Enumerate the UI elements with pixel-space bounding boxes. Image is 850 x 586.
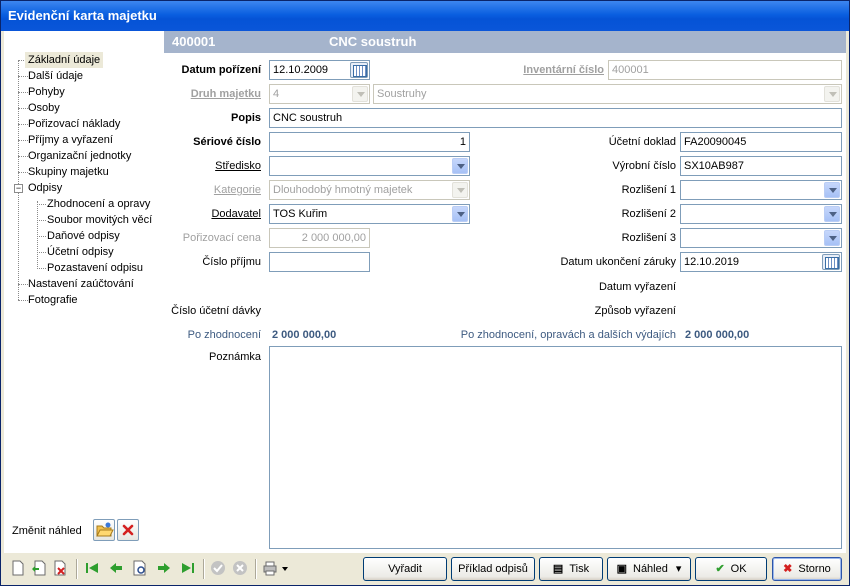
dodavatel-label[interactable]: Dodavatel bbox=[164, 205, 261, 223]
asset-name: CNC soustruh bbox=[329, 34, 417, 49]
kategorie-label[interactable]: Kategorie bbox=[164, 181, 261, 199]
tree-collapse-icon[interactable]: − bbox=[14, 184, 23, 193]
po-zhodnoceni-oprav-value: 2 000 000,00 bbox=[685, 329, 750, 341]
dodavatel-combo[interactable]: TOS Kuřim bbox=[269, 204, 470, 224]
chevron-down-icon[interactable] bbox=[452, 182, 468, 198]
copy-record-icon[interactable] bbox=[31, 560, 47, 576]
chevron-down-icon[interactable] bbox=[452, 158, 468, 174]
poznamka-textarea[interactable] bbox=[269, 346, 842, 549]
asset-card-window: Evidenční karta majetku Základní údaje D… bbox=[0, 0, 850, 586]
datum-ukonceni-zaruky-label: Datum ukončení záruky bbox=[560, 256, 676, 268]
chevron-down-icon[interactable] bbox=[824, 230, 840, 246]
rozliseni2-label: Rozlišení 2 bbox=[621, 208, 676, 220]
seriove-cislo-label: Sériové číslo bbox=[193, 136, 261, 148]
tisk-button[interactable]: ▤ Tisk bbox=[539, 557, 603, 581]
popis-label: Popis bbox=[231, 112, 261, 124]
last-record-icon[interactable] bbox=[180, 560, 196, 576]
toolbar-separator bbox=[255, 559, 257, 579]
window-title: Evidenční karta majetku bbox=[1, 1, 849, 31]
printer-icon: ▤ bbox=[552, 563, 564, 575]
close-icon: ✖ bbox=[783, 563, 793, 575]
folder-open-icon bbox=[96, 522, 114, 537]
porizovaci-cena-field[interactable]: 2 000 000,00 bbox=[269, 228, 370, 248]
asset-number: 400001 bbox=[172, 34, 216, 49]
ucetni-doklad-field[interactable]: FA20090045 bbox=[680, 132, 842, 152]
priklad-odpisu-button[interactable]: Příklad odpisů bbox=[451, 557, 535, 581]
chevron-down-icon[interactable] bbox=[824, 86, 840, 102]
storno-button[interactable]: ✖ Storno bbox=[772, 557, 842, 581]
first-record-icon[interactable] bbox=[84, 560, 100, 576]
previous-record-icon[interactable] bbox=[108, 560, 124, 576]
preview-icon: ▣ bbox=[616, 563, 627, 575]
calendar-icon[interactable] bbox=[822, 254, 840, 270]
stredisko-combo[interactable] bbox=[269, 156, 470, 176]
delete-icon bbox=[122, 524, 134, 536]
nahled-button[interactable]: ▣ Náhled ▾ bbox=[607, 557, 691, 581]
find-record-icon[interactable] bbox=[132, 560, 148, 576]
datum-porizeni-label: Datum pořízení bbox=[181, 64, 261, 76]
rozliseni2-combo[interactable] bbox=[680, 204, 842, 224]
po-zhodnoceni-label: Po zhodnocení bbox=[187, 329, 261, 341]
asset-form: 400001 CNC soustruh Datum pořízení 12.10… bbox=[164, 31, 846, 553]
porizovaci-cena-label: Pořizovací cena bbox=[182, 232, 261, 244]
tree-line bbox=[18, 60, 19, 300]
bottom-toolbar: Vyřadit Příklad odpisů ▤ Tisk ▣ Náhled ▾ ✔ O… bbox=[4, 553, 846, 585]
druh-majetku-name-combo[interactable]: Soustruhy bbox=[373, 84, 842, 104]
chevron-down-icon[interactable] bbox=[824, 206, 840, 222]
cislo-prijmu-label: Číslo příjmu bbox=[202, 256, 261, 268]
seriove-cislo-field[interactable]: 1 bbox=[269, 132, 470, 152]
chevron-down-icon[interactable] bbox=[824, 182, 840, 198]
stredisko-label[interactable]: Středisko bbox=[164, 157, 261, 175]
popis-field[interactable]: CNC soustruh bbox=[269, 108, 842, 128]
chevron-down-icon[interactable] bbox=[352, 86, 368, 102]
inventarni-cislo-label[interactable]: Inventární číslo bbox=[464, 61, 604, 79]
kategorie-combo[interactable]: Dlouhodobý hmotný majetek bbox=[269, 180, 470, 200]
ok-button[interactable]: ✔ OK bbox=[695, 557, 767, 581]
change-view-open-button[interactable] bbox=[93, 519, 115, 541]
po-zhodnoceni-value: 2 000 000,00 bbox=[272, 329, 337, 341]
vyrobni-cislo-field[interactable]: SX10AB987 bbox=[680, 156, 842, 176]
inventarni-cislo-field[interactable]: 400001 bbox=[608, 60, 842, 80]
new-record-icon[interactable] bbox=[10, 560, 26, 576]
cislo-prijmu-field[interactable] bbox=[269, 252, 370, 272]
rozliseni3-combo[interactable] bbox=[680, 228, 842, 248]
vyradit-button[interactable]: Vyřadit bbox=[363, 557, 447, 581]
rozliseni3-label: Rozlišení 3 bbox=[621, 232, 676, 244]
po-zhodnoceni-oprav-label: Po zhodnocení, opravách a dalších výdají… bbox=[460, 329, 676, 341]
datum-porizeni-field[interactable]: 12.10.2009 bbox=[269, 60, 370, 80]
checkmark-icon: ✔ bbox=[715, 563, 725, 575]
poznamka-label: Poznámka bbox=[209, 351, 261, 363]
print-dropdown-icon[interactable] bbox=[280, 560, 290, 576]
toolbar-separator bbox=[203, 559, 205, 579]
cislo-ucetni-davky-label: Číslo účetní dávky bbox=[171, 305, 261, 317]
window-client: Základní údaje Další údaje Pohyby Osoby … bbox=[4, 31, 846, 553]
rozliseni1-label: Rozlišení 1 bbox=[621, 184, 676, 196]
rozliseni1-combo[interactable] bbox=[680, 180, 842, 200]
chevron-down-icon[interactable] bbox=[452, 206, 468, 222]
print-icon[interactable] bbox=[262, 560, 278, 576]
change-view-delete-button[interactable] bbox=[117, 519, 139, 541]
vyrobni-cislo-label: Výrobní číslo bbox=[612, 160, 676, 172]
calendar-icon[interactable] bbox=[350, 62, 368, 78]
ucetni-doklad-label: Účetní doklad bbox=[608, 136, 676, 148]
change-view-label: Změnit náhled bbox=[12, 525, 82, 537]
confirm-icon[interactable] bbox=[210, 560, 226, 576]
zpusob-vyrazeni-label: Způsob vyřazení bbox=[594, 305, 676, 317]
datum-vyrazeni-label: Datum vyřazení bbox=[598, 281, 676, 293]
navigation-tree: Základní údaje Další údaje Pohyby Osoby … bbox=[4, 31, 164, 553]
druh-majetku-label[interactable]: Druh majetku bbox=[164, 85, 261, 103]
tree-line bbox=[37, 201, 38, 269]
cancel-icon[interactable] bbox=[232, 560, 248, 576]
druh-majetku-code-combo[interactable]: 4 bbox=[269, 84, 370, 104]
datum-ukonceni-zaruky-field[interactable]: 12.10.2019 bbox=[680, 252, 842, 272]
next-record-icon[interactable] bbox=[156, 560, 172, 576]
delete-record-icon[interactable] bbox=[52, 560, 68, 576]
nahled-dropdown-icon[interactable]: ▾ bbox=[676, 563, 682, 575]
asset-header: 400001 CNC soustruh bbox=[164, 31, 846, 53]
toolbar-separator bbox=[76, 559, 78, 579]
